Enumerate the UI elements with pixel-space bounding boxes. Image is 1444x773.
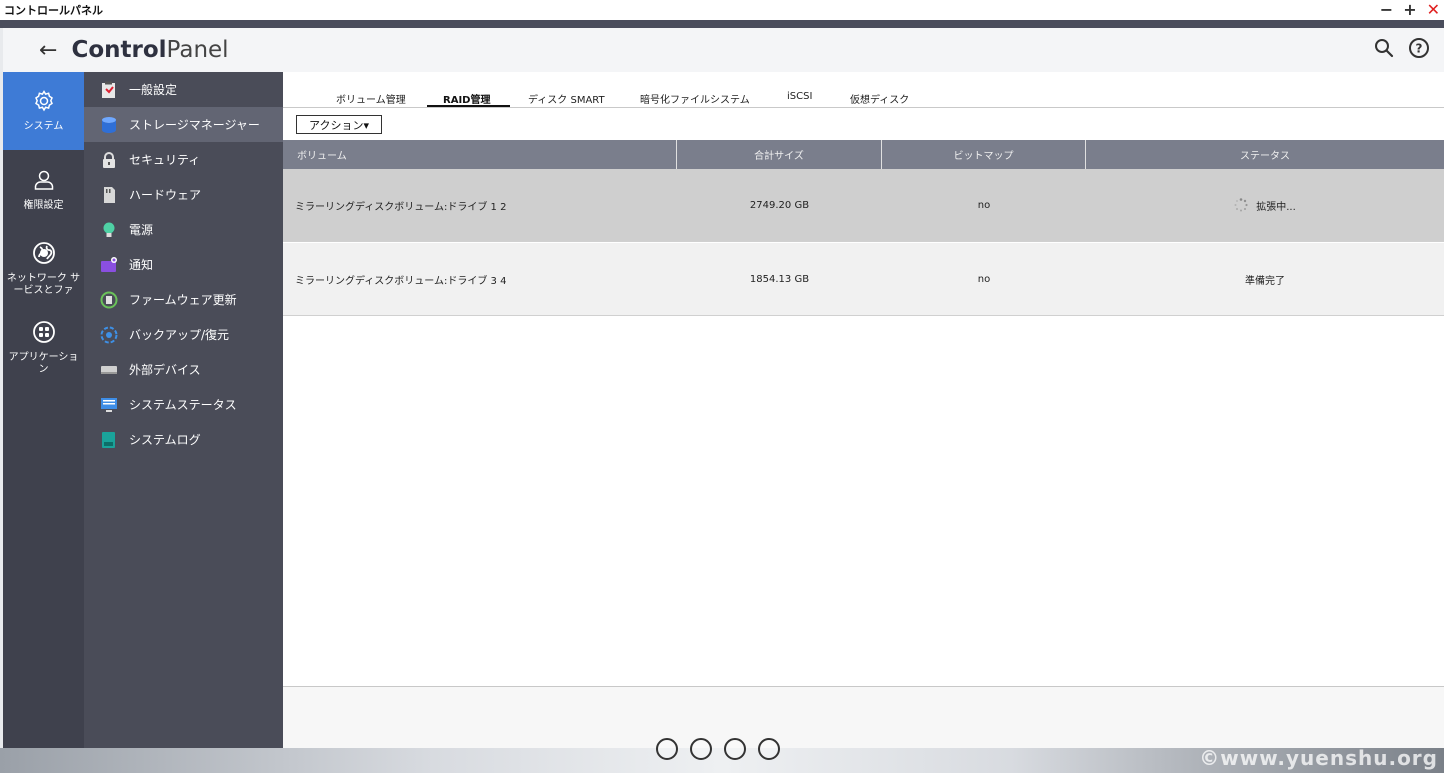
dock-app-icon[interactable] (656, 738, 678, 760)
table-row[interactable]: ミラーリングディスクボリューム:ドライブ 3 4 1854.13 GB no 準… (283, 243, 1444, 316)
table-header: ボリューム 合計サイズ ビットマップ ステータス (283, 140, 1444, 169)
tab-disk-smart[interactable]: ディスク SMART (528, 91, 605, 106)
log-icon (100, 431, 118, 449)
brand-bold: Control (71, 37, 167, 63)
tab-raid-management[interactable]: RAID管理 (443, 91, 490, 106)
tab-virtual-disk[interactable]: 仮想ディスク (850, 91, 909, 106)
submenu-item-power[interactable]: 電源 (84, 212, 283, 247)
sd-card-icon (100, 186, 118, 204)
rail-label: ネットワーク サービスとファ (6, 273, 81, 296)
back-button[interactable]: ← (39, 38, 57, 63)
cell-volume: ミラーリングディスクボリューム:ドライブ 1 2 (295, 201, 507, 213)
dock-app-icon[interactable] (690, 738, 712, 760)
cell-volume: ミラーリングディスクボリューム:ドライブ 3 4 (295, 275, 507, 287)
watermark: ©www.yuenshu.org (1199, 746, 1438, 770)
submenu-item-system-log[interactable]: システムログ (84, 422, 283, 457)
cell-status: 拡張中... (1086, 169, 1444, 241)
dock-icons (656, 738, 780, 760)
tab-volume-management[interactable]: ボリューム管理 (336, 91, 406, 106)
active-tab-underline (427, 105, 510, 107)
window-controls: − + ✕ (1380, 2, 1440, 18)
cell-total-size: 1854.13 GB (749, 273, 810, 285)
column-header-total-size[interactable]: 合計サイズ (677, 140, 882, 169)
svg-text:?: ? (1416, 42, 1423, 56)
system-submenu: 一般設定 ストレージマネージャー セキュリティ ハードウェア 電源 通知 ファー… (84, 72, 283, 748)
window-title: コントロールパネル (4, 4, 103, 17)
dock-app-icon[interactable] (758, 738, 780, 760)
minimize-button[interactable]: − (1380, 2, 1393, 18)
app-header: ← ControlPanel ? (3, 28, 1444, 72)
cell-status: 準備完了 (1086, 243, 1444, 315)
submenu-item-hardware[interactable]: ハードウェア (84, 177, 283, 212)
submenu-item-backup[interactable]: バックアップ/復元 (84, 317, 283, 352)
cell-bitmap: no (977, 199, 991, 211)
apps-icon (32, 320, 56, 348)
close-button[interactable]: ✕ (1427, 2, 1440, 18)
submenu-item-firmware[interactable]: ファームウェア更新 (84, 282, 283, 317)
rail-item-network[interactable]: ネットワーク サービスとファ (3, 230, 84, 308)
tab-bar: ボリューム管理 RAID管理 ディスク SMART 暗号化ファイルシステム iS… (283, 72, 1444, 108)
status-text: 拡張中... (1256, 201, 1296, 213)
submenu-label: システムログ (129, 433, 201, 447)
rail-label: 権限設定 (23, 200, 64, 211)
external-device-icon (100, 361, 118, 379)
lock-icon (100, 151, 118, 169)
dock-app-icon[interactable] (724, 738, 746, 760)
maximize-button[interactable]: + (1403, 2, 1416, 18)
submenu-item-general[interactable]: 一般設定 (84, 72, 283, 107)
table-row[interactable]: ミラーリングディスクボリューム:ドライブ 1 2 2749.20 GB no 拡… (283, 169, 1444, 242)
submenu-label: 外部デバイス (129, 363, 201, 377)
notification-icon (100, 256, 118, 274)
column-header-volume[interactable]: ボリューム (283, 140, 677, 169)
submenu-label: システムステータス (129, 398, 237, 412)
help-icon[interactable]: ? (1408, 37, 1430, 63)
globe-icon (32, 241, 56, 269)
gear-icon (32, 89, 56, 117)
monitor-icon (100, 396, 118, 414)
rail-item-system[interactable]: システム (3, 72, 84, 150)
submenu-item-notification[interactable]: 通知 (84, 247, 283, 282)
cell-bitmap: no (977, 273, 991, 285)
firmware-icon (100, 291, 118, 309)
rail-item-applications[interactable]: アプリケーション (3, 308, 84, 388)
window-titlebar: コントロールパネル − + ✕ (0, 0, 1444, 20)
backup-icon (100, 326, 118, 344)
status-text: 準備完了 (1245, 275, 1285, 287)
database-icon (100, 116, 118, 134)
search-icon[interactable] (1374, 38, 1394, 62)
column-header-status[interactable]: ステータス (1086, 140, 1444, 169)
submenu-item-system-status[interactable]: システムステータス (84, 387, 283, 422)
tab-encrypted-filesystem[interactable]: 暗号化ファイルシステム (640, 91, 750, 106)
clipboard-icon (100, 81, 118, 99)
spinner-icon (1234, 198, 1248, 212)
main-panel: ボリューム管理 RAID管理 ディスク SMART 暗号化ファイルシステム iS… (283, 72, 1444, 748)
submenu-label: 通知 (129, 258, 154, 272)
tab-iscsi[interactable]: iSCSI (787, 91, 812, 102)
submenu-item-external-device[interactable]: 外部デバイス (84, 352, 283, 387)
submenu-label: ストレージマネージャー (129, 118, 260, 132)
rail-label: システム (23, 121, 64, 132)
user-icon (32, 168, 56, 196)
submenu-item-storage[interactable]: ストレージマネージャー (84, 107, 283, 142)
submenu-item-security[interactable]: セキュリティ (84, 142, 283, 177)
rail-item-permissions[interactable]: 権限設定 (3, 150, 84, 230)
cell-total-size: 2749.20 GB (749, 199, 810, 211)
submenu-label: 一般設定 (129, 83, 178, 97)
column-header-bitmap[interactable]: ビットマップ (882, 140, 1086, 169)
bulb-icon (100, 221, 118, 239)
submenu-label: バックアップ/復元 (129, 328, 230, 342)
submenu-label: ハードウェア (129, 188, 202, 202)
submenu-label: 電源 (129, 223, 154, 237)
rail-label: アプリケーション (8, 352, 79, 375)
panel-footer (283, 687, 1444, 748)
title-accent-bar (0, 20, 1444, 28)
category-rail: システム 権限設定 ネットワーク サービスとファ アプリケーション (3, 72, 84, 748)
submenu-label: セキュリティ (129, 153, 201, 167)
submenu-label: ファームウェア更新 (129, 293, 237, 307)
brand-light: Panel (166, 37, 229, 63)
app-brand: ControlPanel (71, 37, 228, 63)
action-dropdown-button[interactable]: アクション▾ (296, 115, 382, 134)
